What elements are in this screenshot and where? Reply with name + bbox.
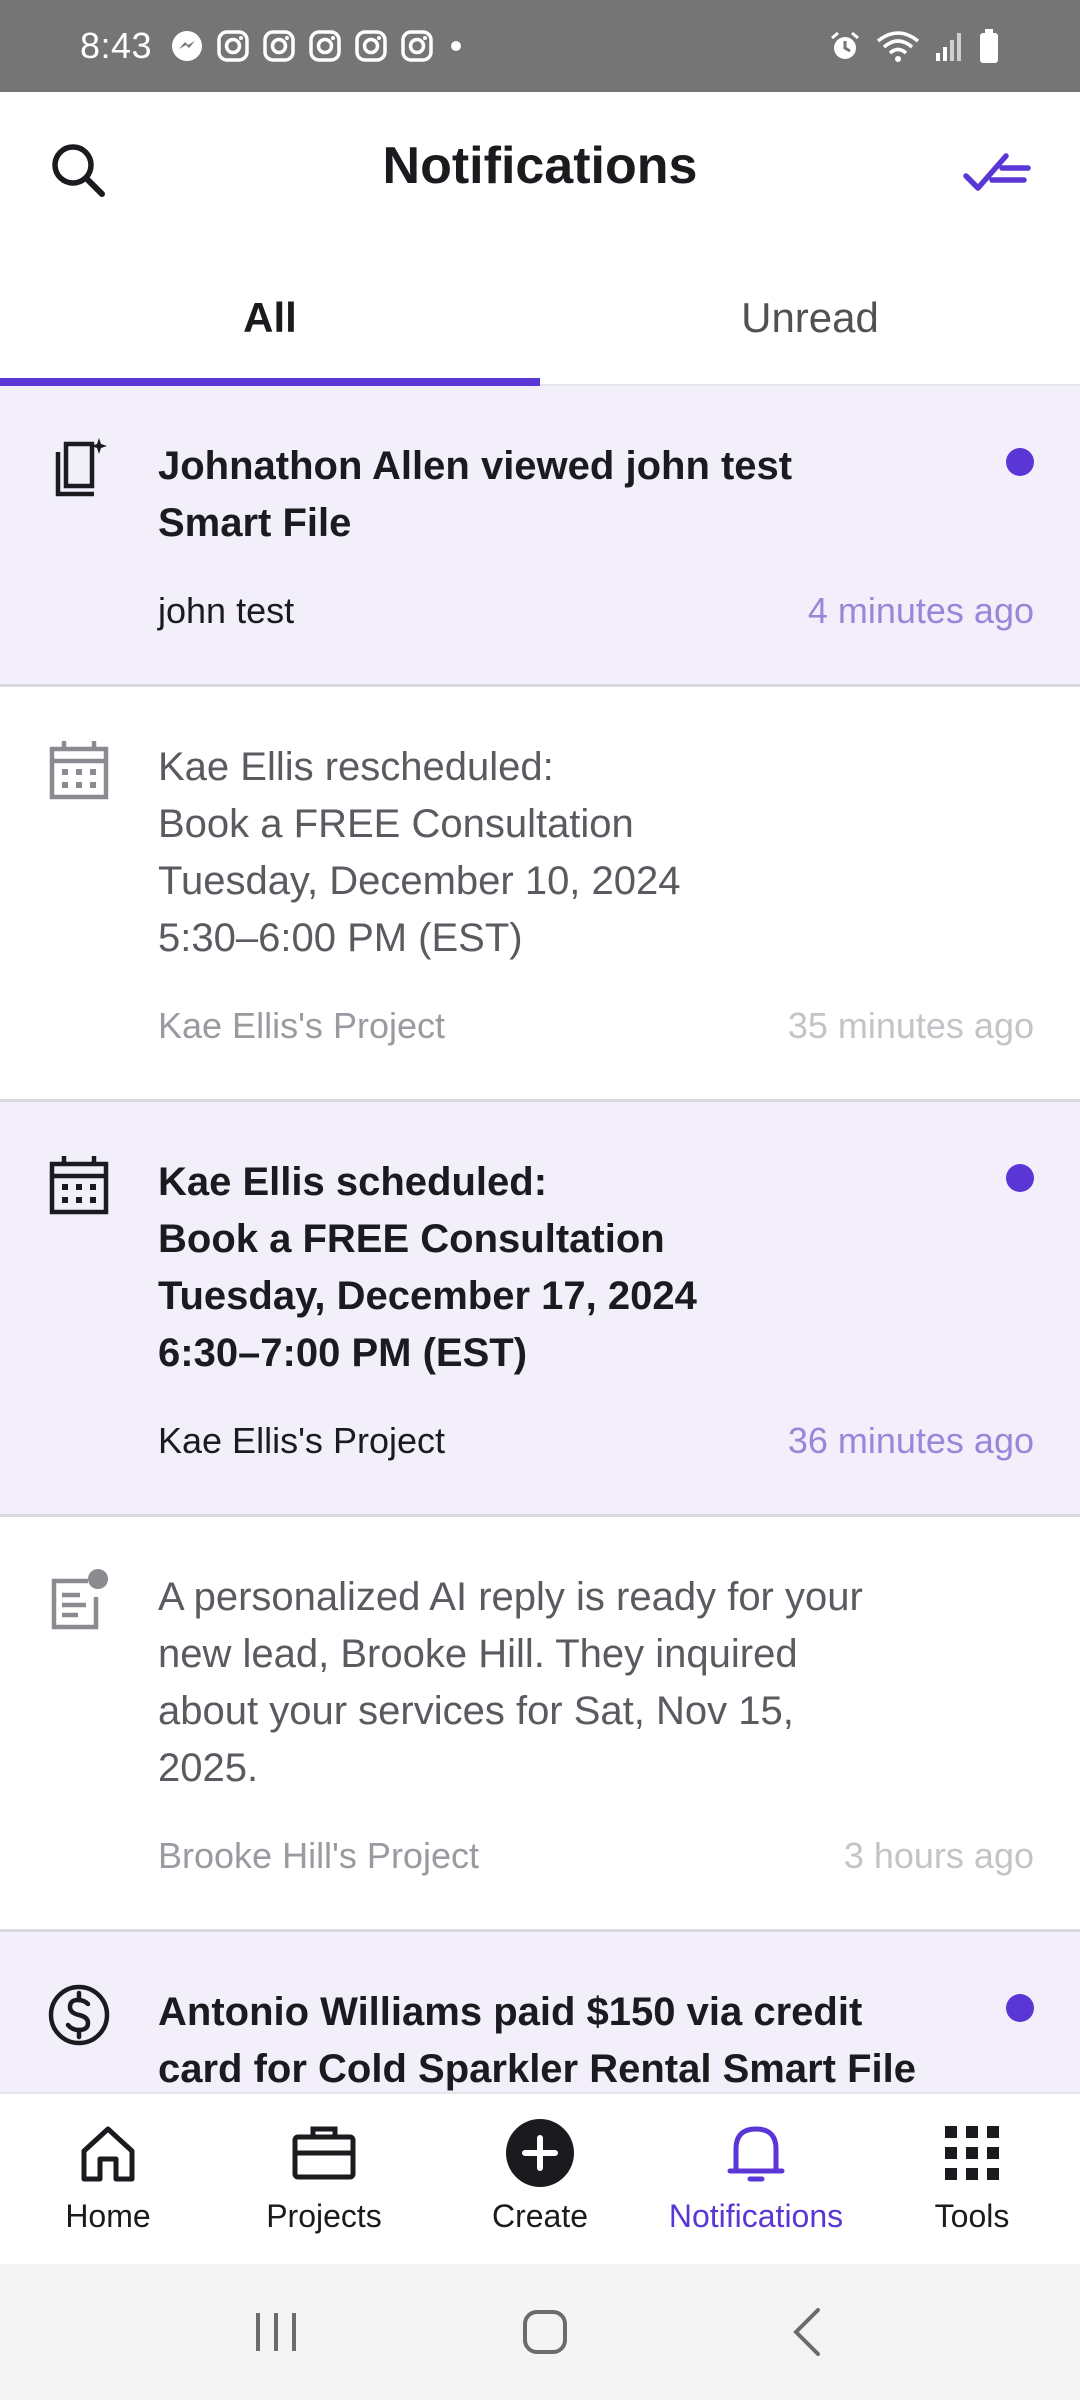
notification-item[interactable]: Kae Ellis scheduled: Book a FREE Consult… xyxy=(0,1102,1080,1517)
unread-dot xyxy=(1006,1994,1034,2022)
notification-meta: Kae Ellis's Project 36 minutes ago xyxy=(158,1420,1034,1462)
briefcase-icon xyxy=(292,2126,356,2180)
signal-icon xyxy=(936,33,961,61)
instagram-icon xyxy=(401,30,433,62)
unread-dot xyxy=(1006,1164,1034,1192)
grid-icon xyxy=(945,2126,999,2180)
nav-label: Projects xyxy=(266,2198,382,2234)
home-icon xyxy=(81,2126,135,2182)
status-time: 8:43 xyxy=(80,25,153,66)
status-notification-icons xyxy=(170,29,466,63)
home-button-icon[interactable] xyxy=(517,2304,573,2360)
unread-dot xyxy=(1006,448,1034,476)
nav-label: Home xyxy=(65,2198,151,2234)
notification-project[interactable]: john test xyxy=(158,590,294,632)
notification-list: Johnathon Allen viewed john test Smart F… xyxy=(0,386,1080,2092)
alarm-icon xyxy=(831,31,859,59)
recent-apps-icon[interactable] xyxy=(246,2307,306,2357)
smart-file-icon xyxy=(55,438,107,497)
notification-message: Johnathon Allen viewed john test Smart F… xyxy=(158,444,793,545)
notification-meta: Brooke Hill's Project 3 hours ago xyxy=(158,1835,1034,1877)
nav-home[interactable]: Home xyxy=(0,2094,216,2264)
notification-time: 36 minutes ago xyxy=(787,1420,1034,1461)
battery-icon xyxy=(980,29,998,63)
bell-icon xyxy=(727,2126,785,2182)
notification-time: 35 minutes ago xyxy=(787,1005,1034,1046)
messenger-icon xyxy=(172,31,203,61)
notification-meta: john test 4 minutes ago xyxy=(158,590,1034,632)
notification-message: A personalized AI reply is ready for you… xyxy=(158,1575,863,1790)
notification-project[interactable]: Kae Ellis's Project xyxy=(158,1420,445,1462)
nav-create[interactable]: Create xyxy=(432,2094,648,2264)
dot-icon xyxy=(451,41,462,51)
notification-project[interactable]: Kae Ellis's Project xyxy=(158,1005,445,1047)
notification-item[interactable]: Kae Ellis rescheduled: Book a FREE Consu… xyxy=(0,687,1080,1102)
nav-tools[interactable]: Tools xyxy=(864,2094,1080,2264)
mark-all-read-button[interactable] xyxy=(962,142,1034,202)
status-bar: 8:43 xyxy=(0,0,1080,92)
notification-meta: Kae Ellis's Project 35 minutes ago xyxy=(158,1005,1034,1047)
instagram-icon xyxy=(309,30,341,62)
notification-time: 4 minutes ago xyxy=(807,590,1034,631)
status-system-icons xyxy=(828,28,1000,64)
page-title: Notifications xyxy=(382,137,698,195)
calendar-icon xyxy=(49,741,109,800)
notification-message: Kae Ellis rescheduled: Book a FREE Consu… xyxy=(158,745,681,960)
wifi-icon xyxy=(876,31,920,62)
calendar-icon xyxy=(49,1156,109,1215)
dollar-icon xyxy=(48,1984,110,2046)
instagram-icon xyxy=(217,30,249,62)
system-navigation-bar xyxy=(0,2264,1080,2400)
ai-reply-icon xyxy=(51,1569,108,1630)
notification-message: Kae Ellis scheduled: Book a FREE Consult… xyxy=(158,1160,697,1375)
mark-all-read-icon xyxy=(963,153,1031,191)
notification-item[interactable]: Antonio Williams paid $150 via credit ca… xyxy=(0,1932,1080,2092)
nav-label: Create xyxy=(491,2198,589,2234)
tab-all[interactable]: All xyxy=(0,252,540,386)
app-header: Notifications xyxy=(0,92,1080,252)
back-icon[interactable] xyxy=(784,2304,834,2360)
nav-label: Notifications xyxy=(668,2198,844,2234)
notification-item[interactable]: Johnathon Allen viewed john test Smart F… xyxy=(0,386,1080,687)
nav-notifications[interactable]: Notifications xyxy=(648,2094,864,2264)
nav-label: Tools xyxy=(934,2198,1010,2234)
notification-project[interactable]: Brooke Hill's Project xyxy=(158,1835,479,1877)
instagram-icon xyxy=(355,30,387,62)
tab-bar: All Unread xyxy=(0,252,1080,386)
nav-projects[interactable]: Projects xyxy=(216,2094,432,2264)
notification-time: 3 hours ago xyxy=(843,1835,1034,1876)
instagram-icon xyxy=(263,30,295,62)
bottom-navigation: Home Projects Create Notifications Tools xyxy=(0,2092,1080,2264)
notification-item[interactable]: A personalized AI reply is ready for you… xyxy=(0,1517,1080,1932)
notification-message: Antonio Williams paid $150 via credit ca… xyxy=(158,1990,916,2091)
create-plus-icon xyxy=(506,2119,574,2187)
tab-unread[interactable]: Unread xyxy=(540,252,1080,384)
